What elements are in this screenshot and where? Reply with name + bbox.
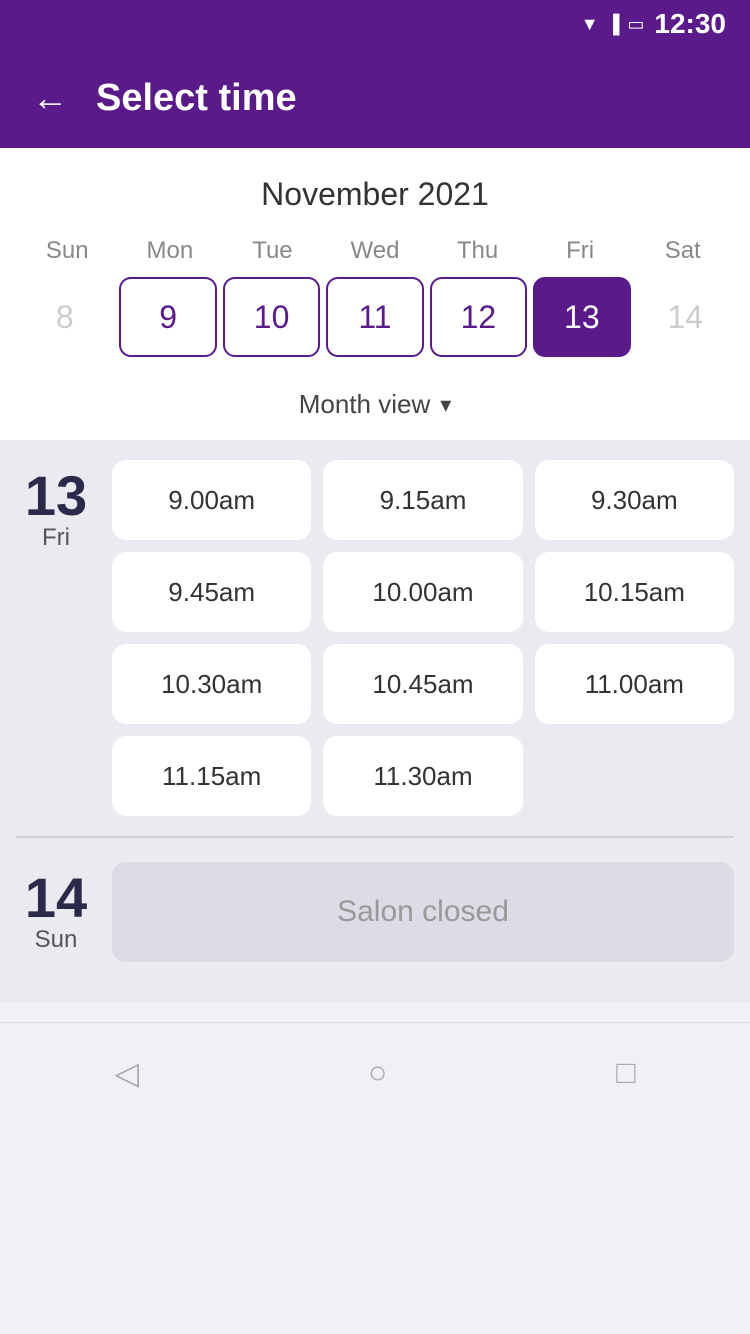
day-divider [16, 836, 734, 838]
nav-home-button[interactable] [368, 1054, 387, 1091]
signal-icon: ▐ [607, 14, 620, 35]
chevron-down-icon: ▾ [440, 392, 451, 418]
time-slot-1115am[interactable]: 11.15am [112, 736, 311, 816]
days-row: 8 9 10 11 12 13 14 [16, 277, 734, 373]
time-slot-1130am[interactable]: 11.30am [323, 736, 522, 816]
time-slot-900am[interactable]: 9.00am [112, 460, 311, 540]
time-slot-930am[interactable]: 9.30am [535, 460, 734, 540]
calendar-section: November 2021 Sun Mon Tue Wed Thu Fri Sa… [0, 148, 750, 440]
page-title: Select time [96, 77, 297, 120]
day-block-14: 14 Sun Salon closed [16, 862, 734, 962]
day-number-block-14: 14 Sun [16, 862, 96, 962]
day-number-block-13: 13 Fri [16, 460, 96, 816]
day-name-13: Fri [42, 524, 70, 552]
salon-closed-label: Salon closed [112, 862, 734, 962]
status-bar: ▼ ▐ ▭ 12:30 [0, 0, 750, 48]
weekday-tue: Tue [221, 237, 324, 265]
month-view-label: Month view [299, 389, 431, 420]
wifi-icon: ▼ [581, 14, 599, 35]
day-11[interactable]: 11 [326, 277, 423, 357]
nav-recent-button[interactable] [616, 1054, 635, 1091]
day-12[interactable]: 12 [430, 277, 527, 357]
weekday-mon: Mon [119, 237, 222, 265]
month-view-toggle[interactable]: Month view ▾ [16, 373, 734, 440]
weekday-row: Sun Mon Tue Wed Thu Fri Sat [16, 237, 734, 265]
day-8: 8 [16, 277, 113, 357]
day-10[interactable]: 10 [223, 277, 320, 357]
slots-section: 13 Fri 9.00am 9.15am 9.30am 9.45am 10.00… [0, 440, 750, 1002]
bottom-nav [0, 1022, 750, 1122]
day-name-14: Sun [35, 926, 78, 954]
back-button[interactable]: ← [32, 77, 68, 119]
time-slot-1045am[interactable]: 10.45am [323, 644, 522, 724]
time-slot-915am[interactable]: 9.15am [323, 460, 522, 540]
day-9[interactable]: 9 [119, 277, 216, 357]
time-slot-945am[interactable]: 9.45am [112, 552, 311, 632]
day-13[interactable]: 13 [533, 277, 630, 357]
time-slot-1015am[interactable]: 10.15am [535, 552, 734, 632]
time-slot-1000am[interactable]: 10.00am [323, 552, 522, 632]
nav-back-button[interactable] [114, 1054, 139, 1092]
app-header: ← Select time [0, 48, 750, 148]
status-icons: ▼ ▐ ▭ [581, 14, 645, 35]
weekday-wed: Wed [324, 237, 427, 265]
day-14: 14 [637, 277, 734, 357]
month-year-label: November 2021 [16, 176, 734, 213]
day-number-14: 14 [25, 870, 87, 926]
battery-icon: ▭ [627, 14, 644, 35]
weekday-fri: Fri [529, 237, 632, 265]
weekday-thu: Thu [426, 237, 529, 265]
time-slot-1100am[interactable]: 11.00am [535, 644, 734, 724]
weekday-sun: Sun [16, 237, 119, 265]
day-block-13: 13 Fri 9.00am 9.15am 9.30am 9.45am 10.00… [16, 460, 734, 816]
status-time: 12:30 [654, 8, 726, 40]
weekday-sat: Sat [631, 237, 734, 265]
time-slot-1030am[interactable]: 10.30am [112, 644, 311, 724]
time-slots-grid-13: 9.00am 9.15am 9.30am 9.45am 10.00am 10.1… [112, 460, 734, 816]
day-number-13: 13 [25, 468, 87, 524]
